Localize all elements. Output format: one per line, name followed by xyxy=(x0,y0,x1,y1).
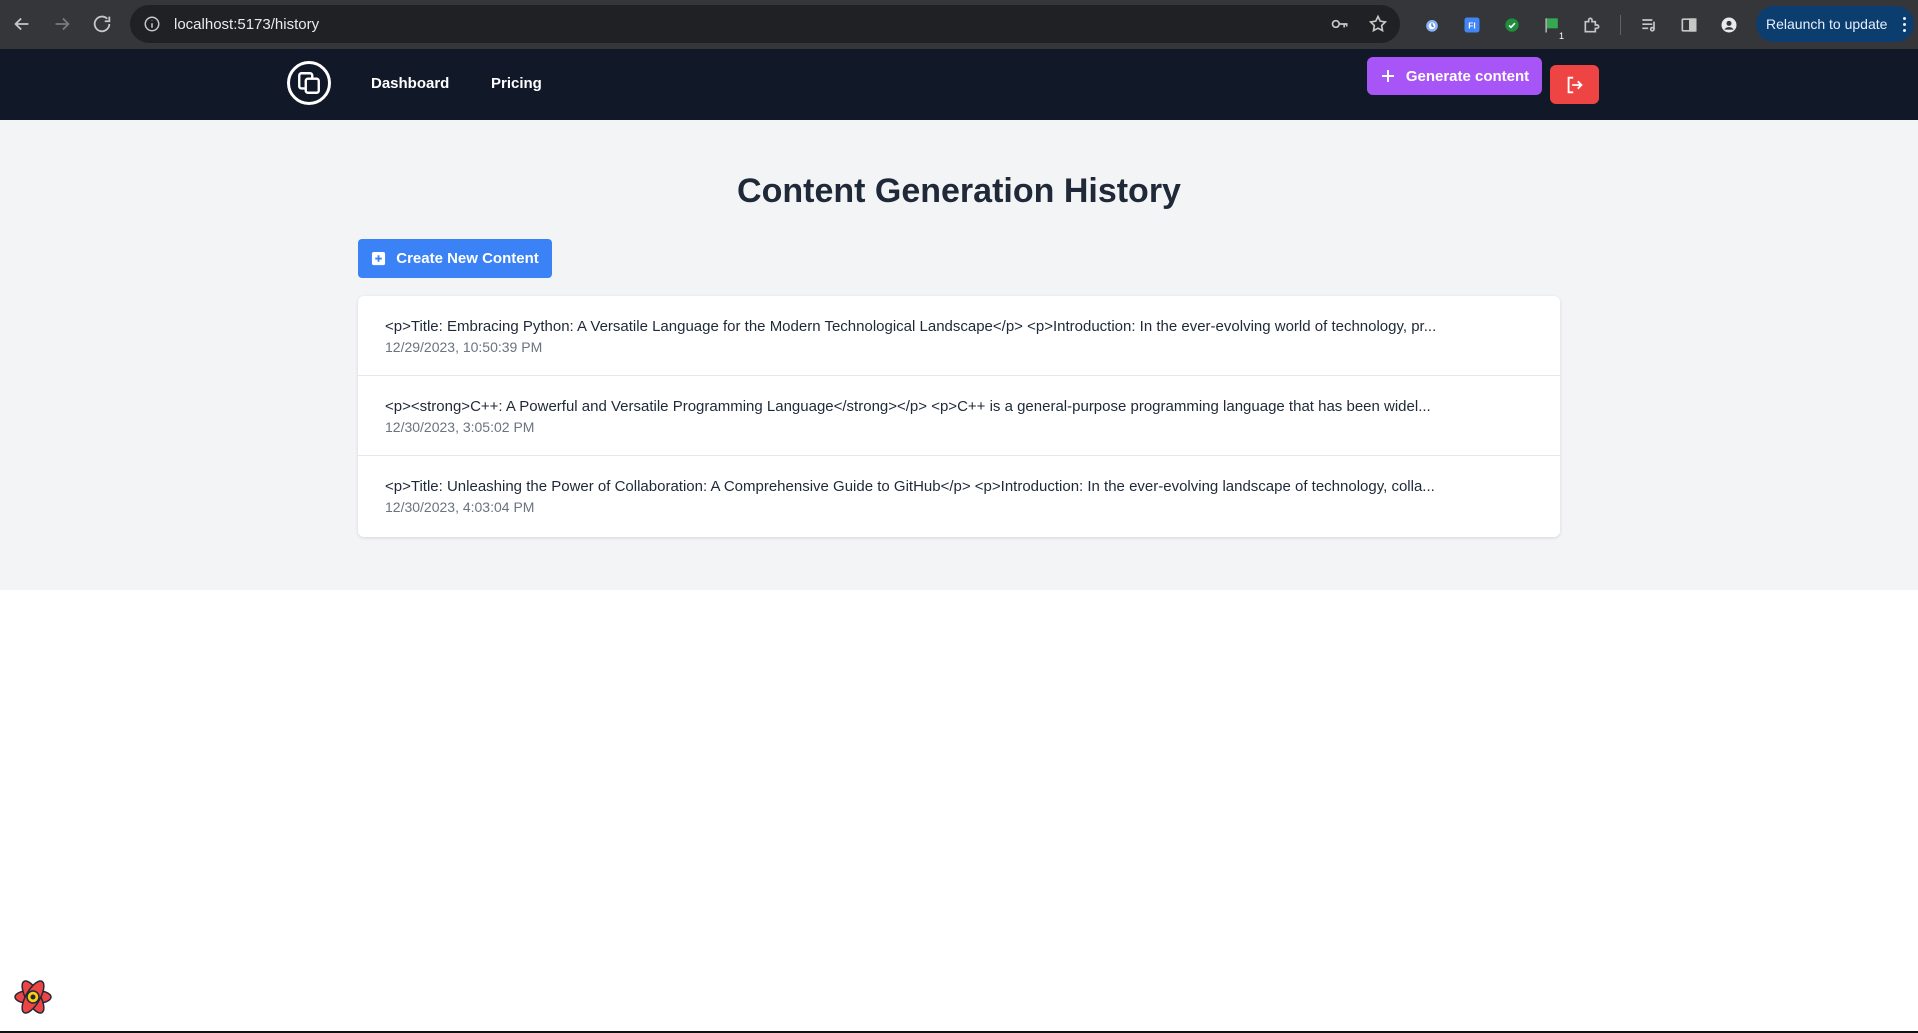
reading-list[interactable] xyxy=(1629,5,1669,45)
plus-icon xyxy=(1381,70,1394,82)
side-panel-icon xyxy=(1681,17,1697,32)
alarm-icon xyxy=(1426,19,1438,32)
playlist-icon xyxy=(1642,18,1655,32)
site-info-icon[interactable] xyxy=(142,14,162,34)
puzzle-icon xyxy=(1584,17,1600,32)
history-item-date: 12/30/2023, 3:05:02 PM xyxy=(385,419,535,435)
history-item-date: 12/29/2023, 10:50:39 PM xyxy=(385,339,543,355)
generate-content-button[interactable]: Generate content xyxy=(1367,57,1542,95)
history-list: <p>Title: Embracing Python: A Versatile … xyxy=(358,296,1560,537)
app-header: Dashboard Pricing Generate content xyxy=(0,49,1918,120)
app-logo[interactable] xyxy=(287,61,331,105)
history-item-date: 12/30/2023, 4:03:04 PM xyxy=(385,499,535,515)
reload-button[interactable] xyxy=(82,4,122,44)
reload-icon xyxy=(93,15,111,33)
main-content: Content Generation History Create New Co… xyxy=(0,120,1918,590)
nav-dashboard[interactable]: Dashboard xyxy=(371,75,449,92)
relaunch-button[interactable]: Relaunch to update xyxy=(1756,6,1914,42)
svg-text:FI: FI xyxy=(1468,20,1475,30)
arrow-left-icon xyxy=(14,17,29,31)
url-text: localhost:5173/history xyxy=(174,15,320,33)
side-panel[interactable] xyxy=(1669,5,1709,45)
shield-check-icon xyxy=(1505,17,1519,32)
nav-pricing[interactable]: Pricing xyxy=(491,75,542,92)
history-item[interactable]: <p><strong>C++: A Powerful and Versatile… xyxy=(358,376,1560,456)
profile-icon xyxy=(1721,17,1737,32)
create-new-content-button[interactable]: Create New Content xyxy=(358,239,552,278)
extension-alarm[interactable] xyxy=(1412,5,1452,45)
logout-button[interactable] xyxy=(1550,65,1599,104)
history-item[interactable]: <p>Title: Unleashing the Power of Collab… xyxy=(358,456,1560,537)
history-item-content: <p><strong>C++: A Powerful and Versatile… xyxy=(385,398,1431,415)
devtools-toggle[interactable] xyxy=(10,976,56,1018)
copy-logo-icon xyxy=(298,72,320,94)
extensions-menu[interactable] xyxy=(1572,5,1612,45)
extension-flag[interactable]: 1 xyxy=(1532,5,1572,45)
relaunch-label: Relaunch to update xyxy=(1766,16,1888,32)
toolbar-divider xyxy=(1620,14,1621,35)
address-bar[interactable]: localhost:5173/history xyxy=(130,5,1400,43)
extension-badge: 1 xyxy=(1556,30,1566,41)
back-button[interactable] xyxy=(2,4,42,44)
profile[interactable] xyxy=(1709,5,1749,45)
react-devtools-icon xyxy=(14,980,52,1014)
history-item-content: <p>Title: Embracing Python: A Versatile … xyxy=(385,318,1437,335)
arrow-right-icon xyxy=(55,17,70,31)
extension-check[interactable] xyxy=(1492,5,1532,45)
page-title: Content Generation History xyxy=(737,172,1181,210)
star-icon[interactable] xyxy=(1368,14,1388,34)
browser-toolbar: localhost:5173/history FI 1 Relaunch to … xyxy=(0,0,1918,49)
create-new-content-label: Create New Content xyxy=(396,250,539,267)
fi-icon: FI xyxy=(1464,17,1480,32)
logout-icon xyxy=(1567,76,1583,93)
history-item[interactable]: <p>Title: Embracing Python: A Versatile … xyxy=(358,296,1560,376)
generate-content-label: Generate content xyxy=(1405,67,1530,85)
extensions-bar: FI 1 xyxy=(1412,0,1749,49)
plus-square-icon xyxy=(372,251,386,266)
history-item-content: <p>Title: Unleashing the Power of Collab… xyxy=(385,478,1435,495)
extension-fi[interactable]: FI xyxy=(1452,5,1492,45)
kebab-menu-icon[interactable] xyxy=(1897,16,1911,32)
key-icon[interactable] xyxy=(1330,14,1350,34)
forward-button[interactable] xyxy=(42,4,82,44)
